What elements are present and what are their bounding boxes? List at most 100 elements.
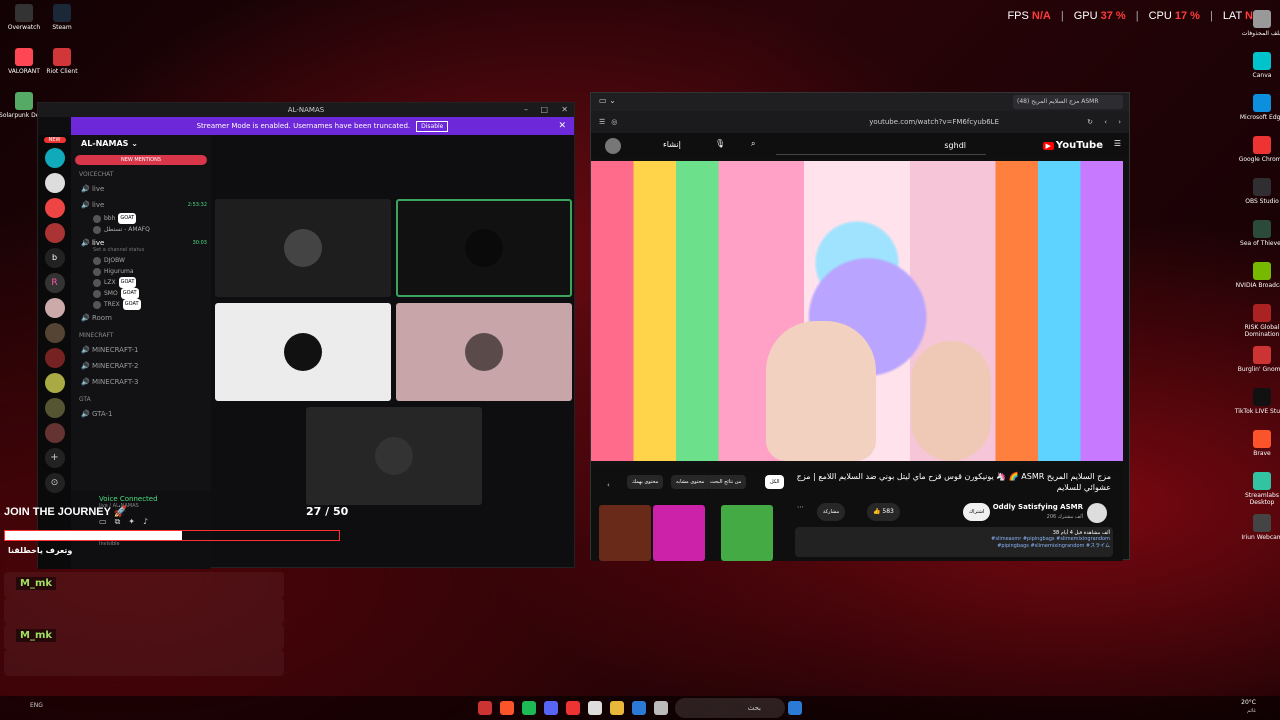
new-mentions-pill[interactable]: NEW MENTIONS [75,155,207,165]
video-thumbnail[interactable] [721,505,773,561]
voice-channel[interactable]: 🔊 MINECRAFT-1 [71,342,211,358]
chrome-icon[interactable] [566,701,580,715]
desktop-icon[interactable]: NVIDIA Broadcast [1232,262,1280,289]
minimize-button[interactable]: – [524,103,528,117]
add-server-icon[interactable]: + [44,448,65,468]
category-gta[interactable]: GTA [71,394,211,406]
server-icon[interactable] [44,148,65,168]
windows-start-icon[interactable] [788,701,802,715]
address-bar[interactable]: youtube.com/watch?v=FM6fcyub6LE [741,115,1009,129]
server-icon[interactable] [44,423,65,443]
voice-user[interactable]: TREX GOAT [71,299,211,310]
chip[interactable]: من نتائج البحث [705,475,747,489]
desktop-icon[interactable]: Canva [1232,52,1280,79]
share-button[interactable]: مشاركة [817,503,846,521]
camera-icon[interactable]: ▭ [99,517,107,527]
video-player[interactable] [591,161,1123,461]
search-input[interactable]: sghdl [776,137,986,155]
activities-icon[interactable]: ✦ [128,517,135,527]
taskbar-search[interactable]: بحث [675,698,785,718]
chevron-left-icon[interactable]: ‹ [607,481,610,489]
soundboard-icon[interactable]: ♪ [143,517,148,527]
voice-channel[interactable]: 🔊 GTA-1 [71,406,211,422]
create-button[interactable]: إنشاء [663,140,681,149]
file-explorer-icon[interactable] [610,701,624,715]
desktop-icon[interactable]: Brave [1232,430,1280,457]
sidebar-icon[interactable]: ☰ [599,118,605,126]
server-icon[interactable]: b [44,248,65,268]
menu-icon[interactable]: ☰ [1114,139,1121,148]
voice-user[interactable]: bbh GOAT [71,213,211,224]
desktop-icon[interactable]: Riot Client [32,48,92,75]
participant-tile[interactable] [396,303,572,401]
server-icon[interactable] [44,398,65,418]
subscribe-button[interactable]: اشتراك [963,503,991,521]
app-icon[interactable] [588,701,602,715]
explore-icon[interactable]: ⊙ [44,473,65,493]
desktop-icon[interactable]: Sea of Thieves [1232,220,1280,247]
server-icon[interactable] [44,298,65,318]
desktop-icon[interactable]: Google Chrome [1232,136,1280,163]
description-box[interactable]: 38 ألف مشاهدة قبل 4 أيام #slimeasmr #pip… [795,527,1113,557]
desktop-icon[interactable]: Streamlabs Desktop [1232,472,1280,506]
channel-name[interactable]: Oddly Satisfying ASMR [993,503,1083,511]
tab-menu-icon[interactable]: ▭ ⌄ [599,96,616,105]
video-thumbnail[interactable] [599,505,651,561]
voice-channel[interactable]: 🔊 live 2:53:32 [71,197,211,213]
search-icon[interactable]: ⌕ [751,139,755,149]
voice-user[interactable]: تستطل - AMAFQ [71,224,211,235]
voice-user[interactable]: LZX GOAT [71,277,211,288]
server-icon[interactable] [44,323,65,343]
youtube-logo[interactable]: ▶ YouTube [1042,140,1106,151]
weather-temp[interactable]: 20°C [1241,699,1256,706]
forward-icon[interactable]: › [1118,118,1121,126]
discord-icon[interactable] [544,701,558,715]
channel-avatar[interactable] [1087,503,1107,523]
voice-channel[interactable]: 🔊 MINECRAFT-3 [71,374,211,390]
language-indicator[interactable]: ENG [30,702,43,709]
app-icon[interactable] [632,701,646,715]
server-icon[interactable] [44,348,65,368]
voice-user[interactable]: SMO GOAT [71,288,211,299]
desktop-icon[interactable]: ملف المحذوفات [1232,10,1280,37]
close-banner-icon[interactable]: ✕ [558,121,566,131]
participant-tile[interactable] [215,303,391,401]
more-icon[interactable]: ⋯ [797,503,804,511]
disable-button[interactable]: Disable [416,120,449,132]
category-voicechat[interactable]: VOICECHAT [71,169,211,181]
voice-channel[interactable]: 🔊 MINECRAFT-2 [71,358,211,374]
desktop-icon[interactable]: Iriun Webcam [1232,514,1280,541]
reload-icon[interactable]: ↻ [1087,118,1093,126]
account-avatar[interactable] [605,138,621,154]
server-icon[interactable] [44,173,65,193]
server-icon[interactable] [44,373,65,393]
spotify-icon[interactable] [522,701,536,715]
back-icon[interactable]: ‹ [1104,118,1107,126]
like-button[interactable]: 👍 583 [867,503,900,521]
participant-tile-speaking[interactable] [396,199,572,297]
desktop-icon[interactable]: Steam [32,4,92,31]
maximize-button[interactable]: □ [540,103,548,117]
taskbar-app-icon[interactable] [478,701,492,715]
voice-user[interactable]: Higuruma [71,266,211,277]
close-button[interactable]: ✕ [561,103,568,117]
brave-icon[interactable] [500,701,514,715]
participant-tile[interactable] [306,407,482,505]
desktop-icon[interactable]: TikTok LIVE Studio [1232,388,1280,415]
video-thumbnail[interactable] [653,505,705,561]
voice-user[interactable]: DJOBW [71,255,211,266]
shield-icon[interactable]: ◎ [611,118,617,126]
chip[interactable]: محتوى يهمك [627,475,664,489]
voice-channel[interactable]: 🔊 Room [71,310,211,326]
server-header[interactable]: AL-NAMAS ⌄ [71,135,211,153]
chip[interactable]: محتوى مشابه [671,475,710,489]
participant-tile[interactable] [215,199,391,297]
server-icon[interactable]: R [44,273,65,293]
desktop-icon[interactable]: RISK Global Domination [1232,304,1280,338]
server-icon[interactable] [44,223,65,243]
mic-icon[interactable]: 🎙 [715,139,725,148]
voice-channel[interactable]: 🔊 live [71,181,211,197]
server-icon[interactable] [44,198,65,218]
desktop-icon[interactable]: OBS Studio [1232,178,1280,205]
desktop-icon[interactable]: Burglin' Gnom... [1232,346,1280,373]
